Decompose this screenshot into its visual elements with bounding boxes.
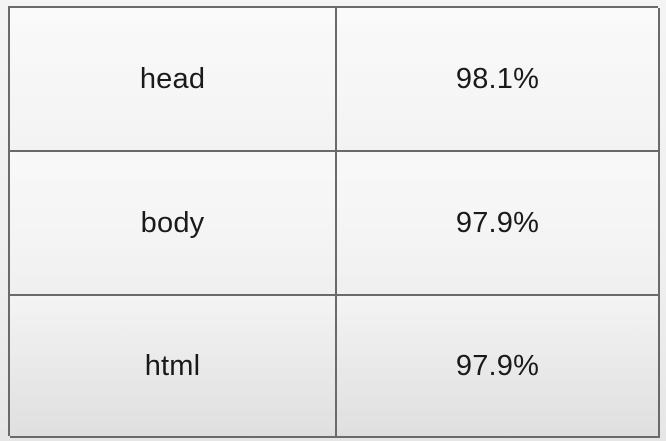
row-value: 98.1% [455,62,540,95]
table-cell-value: 97.9% [337,152,660,296]
row-name: html [144,349,201,382]
row-name: head [139,62,206,95]
row-name: body [140,206,205,239]
table-cell-name: body [10,152,337,296]
table-cell-name: head [10,8,337,152]
table-cell-name: html [10,296,337,438]
row-value: 97.9% [455,349,540,382]
table-cell-value: 97.9% [337,296,660,438]
row-value: 97.9% [455,206,540,239]
table-cell-value: 98.1% [337,8,660,152]
data-table: head 98.1% body 97.9% html 97.9% [8,6,660,438]
screen: head 98.1% body 97.9% html 97.9% [0,0,666,441]
